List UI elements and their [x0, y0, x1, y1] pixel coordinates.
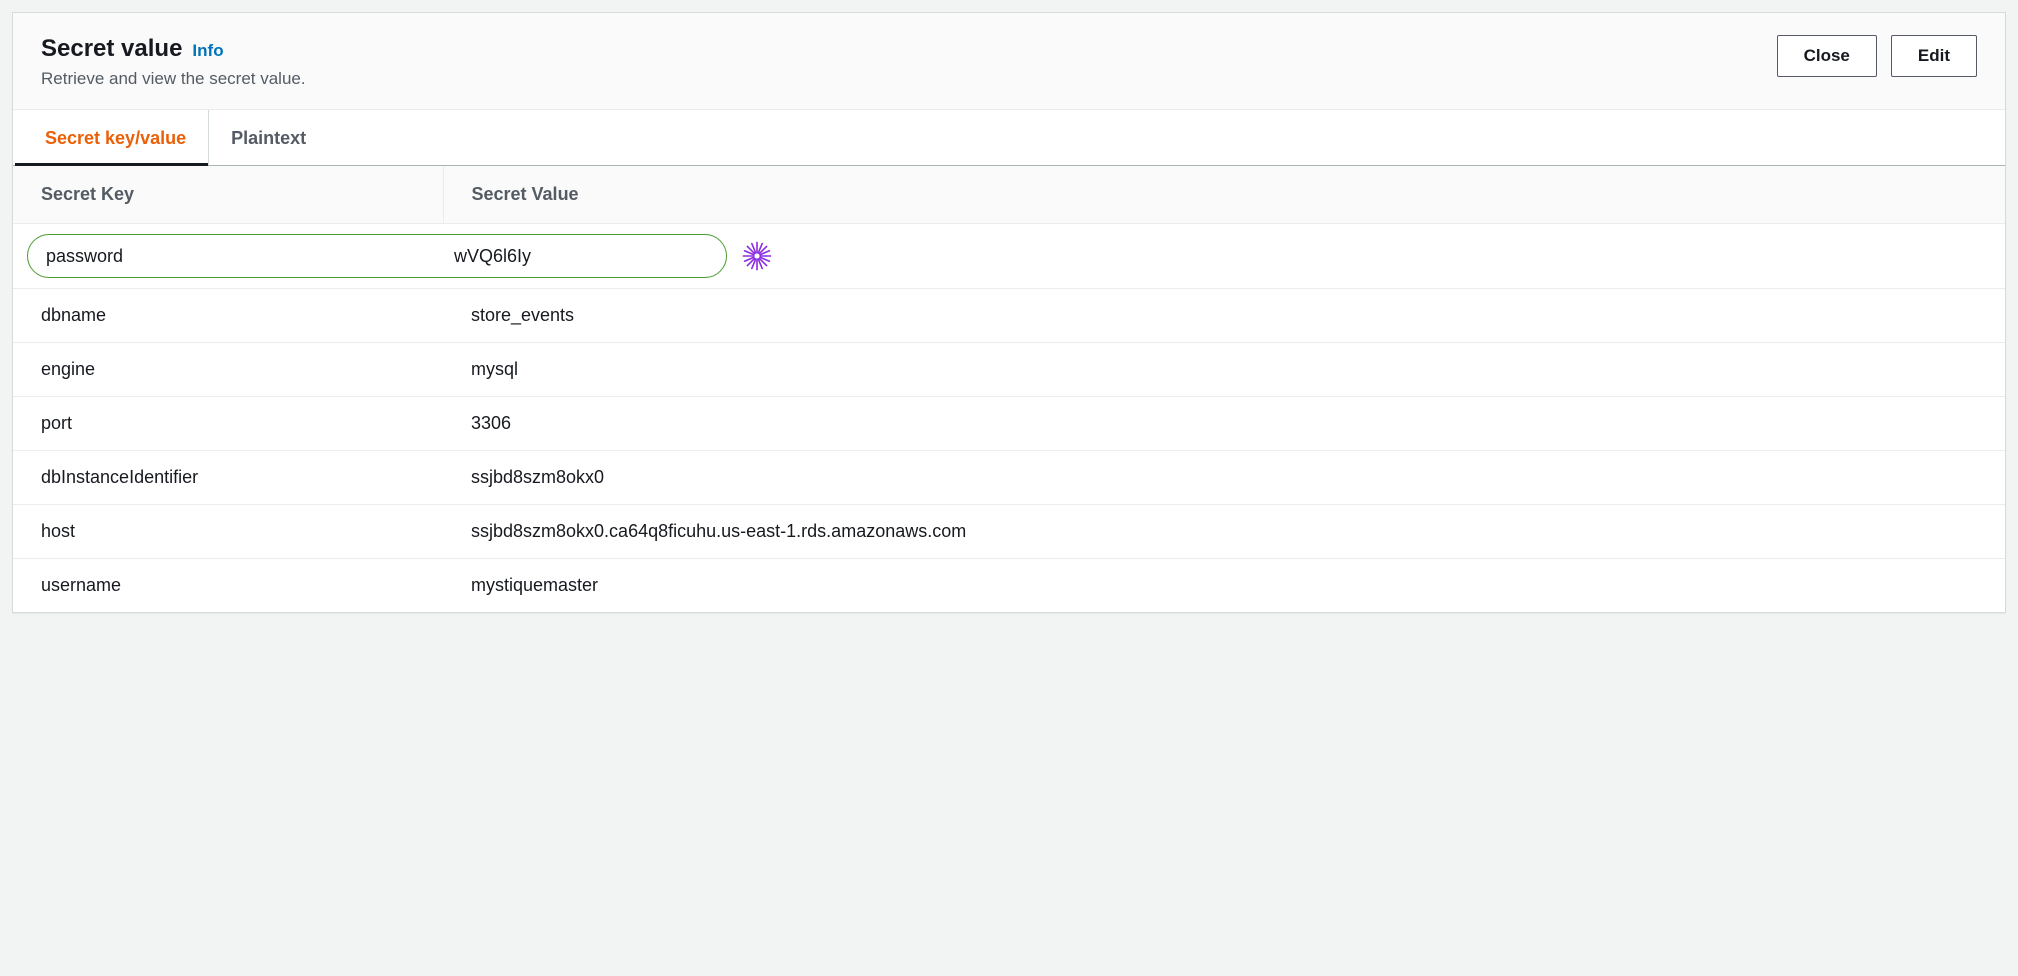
- table-row: host ssjbd8szm8okx0.ca64q8ficuhu.us-east…: [13, 505, 2005, 559]
- cell-value: mysql: [443, 343, 2005, 397]
- panel-title: Secret value: [41, 35, 182, 63]
- table-row: dbInstanceIdentifier ssjbd8szm8okx0: [13, 451, 2005, 505]
- cell-value: store_events: [443, 289, 2005, 343]
- table-row: username mystiquemaster: [13, 559, 2005, 613]
- cell-key: dbInstanceIdentifier: [13, 451, 443, 505]
- table-header-row: Secret Key Secret Value: [13, 166, 2005, 224]
- table-row: password wVQ6l6Iy: [13, 224, 2005, 289]
- col-header-value: Secret Value: [443, 166, 2005, 224]
- cell-key: username: [13, 559, 443, 613]
- edit-button[interactable]: Edit: [1891, 35, 1977, 77]
- cell-key: host: [13, 505, 443, 559]
- table-row: dbname store_events: [13, 289, 2005, 343]
- tab-secret-key-value[interactable]: Secret key/value: [23, 110, 209, 165]
- title-block: Secret value Info Retrieve and view the …: [41, 35, 306, 89]
- close-button[interactable]: Close: [1777, 35, 1877, 77]
- cell-key: port: [13, 397, 443, 451]
- col-header-key: Secret Key: [13, 166, 443, 224]
- secret-value-panel: Secret value Info Retrieve and view the …: [12, 12, 2006, 613]
- panel-header: Secret value Info Retrieve and view the …: [13, 13, 2005, 110]
- highlight-capsule[interactable]: password wVQ6l6Iy: [27, 234, 727, 278]
- tabs: Secret key/value Plaintext: [13, 110, 2005, 166]
- cell-value: ssjbd8szm8okx0.ca64q8ficuhu.us-east-1.rd…: [443, 505, 2005, 559]
- panel-subtitle: Retrieve and view the secret value.: [41, 69, 306, 89]
- cell-value: 3306: [443, 397, 2005, 451]
- table-row: engine mysql: [13, 343, 2005, 397]
- table-row: port 3306: [13, 397, 2005, 451]
- button-group: Close Edit: [1777, 35, 1977, 77]
- table-wrap: Secret Key Secret Value password wVQ6l6I…: [13, 166, 2005, 612]
- highlighted-pair: password wVQ6l6Iy: [27, 234, 1977, 278]
- cell-value: mystiquemaster: [443, 559, 2005, 613]
- cell-key: password: [28, 246, 436, 267]
- tab-plaintext[interactable]: Plaintext: [209, 110, 328, 165]
- cell-value: wVQ6l6Iy: [436, 246, 726, 267]
- cell-key: engine: [13, 343, 443, 397]
- sparkle-icon: [741, 240, 773, 272]
- info-link[interactable]: Info: [192, 41, 223, 61]
- cell-key: dbname: [13, 289, 443, 343]
- cell-value: ssjbd8szm8okx0: [443, 451, 2005, 505]
- kv-table: Secret Key Secret Value password wVQ6l6I…: [13, 166, 2005, 612]
- title-row: Secret value Info: [41, 35, 306, 63]
